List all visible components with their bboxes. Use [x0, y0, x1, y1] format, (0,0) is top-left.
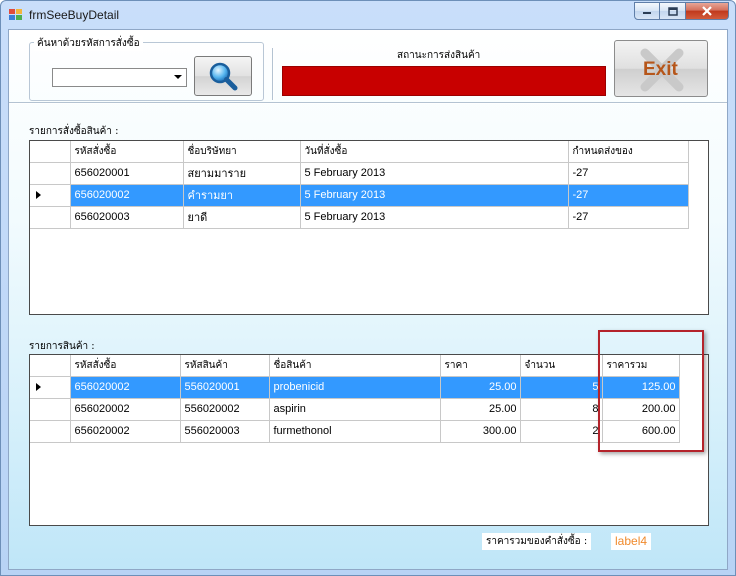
cell-product-name[interactable]: aspirin: [269, 398, 441, 421]
cell-order-id[interactable]: 656020003: [70, 206, 184, 229]
cell-price[interactable]: 25.00: [440, 398, 521, 421]
maximize-icon: [667, 6, 678, 16]
cell-product-id[interactable]: 556020003: [180, 420, 270, 443]
cell-due[interactable]: -27: [568, 184, 689, 207]
search-button[interactable]: [194, 56, 252, 96]
cell-order-id[interactable]: 656020002: [70, 420, 181, 443]
cell-order-date[interactable]: 5 February 2013: [300, 184, 569, 207]
exit-button[interactable]: Exit: [614, 40, 708, 97]
exit-label: Exit: [643, 59, 678, 80]
search-group-label: ค้นหาด้วยรหัสการสั่งซื้อ: [34, 36, 143, 51]
orders-col-company[interactable]: ชื่อบริษัทยา: [183, 141, 301, 163]
current-row-arrow-icon: [36, 191, 41, 199]
main-window: frmSeeBuyDetail ค้นหาด้วยรหัสการสั่งซื้อ: [0, 0, 736, 576]
table-row-selected[interactable]: 656020002 556020001 probenicid 25.00 5 1…: [30, 376, 680, 399]
table-row[interactable]: 656020002 556020003 furmethonol 300.00 2…: [30, 420, 680, 443]
cell-order-id[interactable]: 656020001: [70, 162, 184, 185]
cell-quantity[interactable]: 5: [520, 376, 603, 399]
highlight-annotation-box: [598, 330, 704, 452]
row-header[interactable]: [30, 184, 71, 207]
window-controls: [634, 2, 729, 21]
current-row-arrow-icon: [36, 383, 41, 391]
row-header[interactable]: [30, 420, 71, 443]
order-total-value: label4: [611, 533, 652, 550]
maximize-button[interactable]: [660, 2, 686, 20]
horizontal-divider: [9, 102, 727, 104]
orders-col-order-date[interactable]: วันที่สั่งซื้อ: [300, 141, 569, 163]
orders-section-label: รายการสั่งซื้อสินค้า :: [29, 126, 119, 137]
cell-due[interactable]: -27: [568, 162, 689, 185]
table-row[interactable]: 656020003 ยาดี 5 February 2013 -27: [30, 206, 689, 229]
row-header[interactable]: [30, 206, 71, 229]
cell-order-date[interactable]: 5 February 2013: [300, 162, 569, 185]
items-table: รหัสสั่งซื้อ รหัสสินค้า ชื่อสินค้า ราคา …: [30, 355, 680, 443]
cell-order-id[interactable]: 656020002: [70, 398, 181, 421]
table-row-selected[interactable]: 656020002 คำรามยา 5 February 2013 -27: [30, 184, 689, 207]
items-header-row: รหัสสั่งซื้อ รหัสสินค้า ชื่อสินค้า ราคา …: [30, 355, 680, 377]
items-col-quantity[interactable]: จำนวน: [520, 355, 603, 377]
row-header[interactable]: [30, 398, 71, 421]
cell-quantity[interactable]: 8: [520, 398, 603, 421]
delivery-status-bar: [282, 66, 606, 96]
items-col-product-name[interactable]: ชื่อสินค้า: [269, 355, 441, 377]
orders-table: รหัสสั่งซื้อ ชื่อบริษัทยา วันที่สั่งซื้อ…: [30, 141, 689, 229]
items-section-label: รายการสินค้า :: [29, 341, 95, 352]
app-icon: [9, 9, 23, 21]
orders-col-order-id[interactable]: รหัสสั่งซื้อ: [70, 141, 184, 163]
cell-order-id[interactable]: 656020002: [70, 184, 184, 207]
row-header[interactable]: [30, 376, 71, 399]
row-header-corner: [30, 141, 71, 163]
table-row[interactable]: 656020002 556020002 aspirin 25.00 8 200.…: [30, 398, 680, 421]
close-button[interactable]: [686, 2, 729, 20]
cell-quantity[interactable]: 2: [520, 420, 603, 443]
window-title: frmSeeBuyDetail: [29, 8, 120, 22]
cell-company[interactable]: คำรามยา: [183, 184, 301, 207]
cell-company[interactable]: ยาดี: [183, 206, 301, 229]
order-total-label: ราคารวมของคำสั่งซื้อ :: [482, 533, 592, 550]
cell-product-id[interactable]: 556020001: [180, 376, 270, 399]
order-id-combobox[interactable]: [52, 68, 187, 87]
cell-price[interactable]: 25.00: [440, 376, 521, 399]
delivery-status-label: สถานะการส่งสินค้า: [397, 50, 481, 61]
cell-product-id[interactable]: 556020002: [180, 398, 270, 421]
cell-order-id[interactable]: 656020002: [70, 376, 181, 399]
cell-product-name[interactable]: probenicid: [269, 376, 441, 399]
chevron-down-icon[interactable]: [174, 75, 182, 79]
cell-due[interactable]: -27: [568, 206, 689, 229]
form-client-area: ค้นหาด้วยรหัสการสั่งซื้อ สถานะการส่งสินค: [8, 29, 728, 570]
items-col-price[interactable]: ราคา: [440, 355, 521, 377]
items-col-product-id[interactable]: รหัสสินค้า: [180, 355, 270, 377]
cell-price[interactable]: 300.00: [440, 420, 521, 443]
row-header[interactable]: [30, 162, 71, 185]
items-col-order-id[interactable]: รหัสสั่งซื้อ: [70, 355, 181, 377]
row-header-corner: [30, 355, 71, 377]
cell-product-name[interactable]: furmethonol: [269, 420, 441, 443]
orders-col-due[interactable]: กำหนดส่งของ: [568, 141, 689, 163]
cell-order-date[interactable]: 5 February 2013: [300, 206, 569, 229]
orders-header-row: รหัสสั่งซื้อ ชื่อบริษัทยา วันที่สั่งซื้อ…: [30, 141, 689, 163]
cell-company[interactable]: สยามมาราย: [183, 162, 301, 185]
magnifier-icon: [209, 62, 238, 91]
orders-grid[interactable]: รหัสสั่งซื้อ ชื่อบริษัทยา วันที่สั่งซื้อ…: [29, 140, 709, 315]
title-bar[interactable]: frmSeeBuyDetail: [1, 1, 735, 29]
close-icon: [702, 6, 712, 16]
vertical-divider: [272, 48, 274, 100]
minimize-icon: [643, 12, 651, 14]
table-row[interactable]: 656020001 สยามมาราย 5 February 2013 -27: [30, 162, 689, 185]
minimize-button[interactable]: [634, 2, 660, 20]
